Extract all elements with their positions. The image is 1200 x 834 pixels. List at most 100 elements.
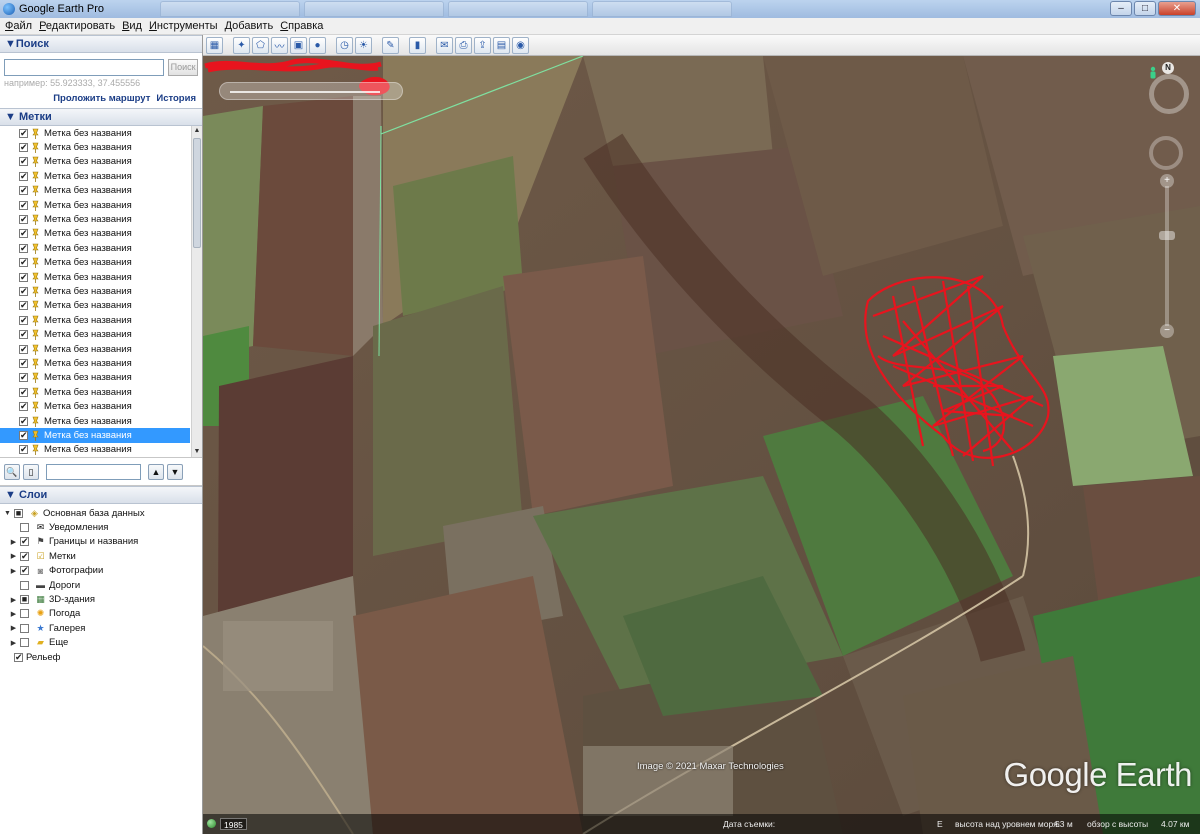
route-link[interactable]: Проложить маршрут [53,93,150,104]
placemark-checkbox[interactable]: ✔ [19,243,28,253]
maximize-button[interactable]: □ [1134,1,1156,16]
layer-checkbox[interactable]: ■ [20,595,29,605]
placemark-row[interactable]: ✔ Метка без названия [0,155,190,169]
layer-expander-icon[interactable]: ▼ [3,510,12,517]
placemark-row[interactable]: ✔ Метка без названия [0,284,190,298]
places-filter-input[interactable] [46,463,141,480]
placemark-checkbox[interactable]: ✔ [19,315,28,325]
layer-expander-icon[interactable]: ▶ [9,639,18,647]
placemark-row[interactable]: ✔ Метка без названия [0,169,190,183]
minimize-button[interactable]: – [1110,1,1132,16]
historical-imagery-icon[interactable]: ◷ [336,36,353,54]
menu-item-2[interactable]: Вид [122,20,142,32]
add-placemark-icon[interactable]: ✦ [233,36,250,54]
placemark-checkbox[interactable]: ✔ [19,358,28,368]
layer-checkbox[interactable] [20,623,29,633]
layer-row[interactable]: ▶ ■ ▦ 3D-здания [0,592,202,606]
search-panel-header[interactable]: ▼Поиск [0,35,202,53]
sidebar-toggle-icon[interactable]: ▦ [206,36,223,54]
placemark-checkbox[interactable]: ✔ [19,387,28,397]
layer-checkbox[interactable]: ✔ [20,566,29,576]
view-in-maps-icon[interactable]: ▤ [493,36,510,54]
move-ring-icon[interactable] [1149,136,1183,170]
placemark-checkbox[interactable]: ✔ [19,373,28,383]
placemark-checkbox[interactable]: ✔ [19,445,28,455]
layer-row[interactable]: ✉ Уведомления [0,520,202,534]
layers-panel-header[interactable]: ▼ Слои [0,486,202,504]
placemark-row[interactable]: ✔ Метка без названия [0,428,190,443]
places-panel-header[interactable]: ▼ Метки [0,108,202,126]
layer-row[interactable]: ▶ ✔ ☑ Метки [0,549,202,563]
layer-row[interactable]: ✔ Рельеф [0,650,202,664]
move-down-icon[interactable]: ▼ [167,463,183,480]
layer-expander-icon[interactable]: ▶ [9,624,18,632]
placemark-row[interactable]: ✔ Метка без названия [0,270,190,284]
layer-expander-icon[interactable]: ▶ [9,538,18,546]
zoom-slider-knob[interactable] [1159,231,1175,240]
placemark-row[interactable]: ✔ Метка без названия [0,126,190,140]
layer-checkbox[interactable] [20,638,29,648]
placemark-checkbox[interactable]: ✔ [19,301,28,311]
placemark-checkbox[interactable]: ✔ [19,402,28,412]
placemark-row[interactable]: ✔ Метка без названия [0,356,190,370]
scroll-down-arrow-icon[interactable]: ▼ [192,447,202,457]
compass-north-label[interactable]: N [1162,62,1174,74]
history-link[interactable]: История [156,93,196,104]
layer-row[interactable]: ▶ ✔ ⚑ Границы и названия [0,535,202,549]
placemark-checkbox[interactable]: ✔ [19,215,28,225]
placemark-checkbox[interactable]: ✔ [19,186,28,196]
menu-item-4[interactable]: Добавить [225,20,274,32]
panel-toggle-icon[interactable]: ▯ [23,463,39,480]
layer-checkbox[interactable]: ✔ [20,537,29,547]
placemark-row[interactable]: ✔ Метка без названия [0,198,190,212]
placemark-checkbox[interactable]: ✔ [19,171,28,181]
layer-row[interactable]: ▶ ✺ Погода [0,607,202,621]
placemark-row[interactable]: ✔ Метка без названия [0,414,190,428]
places-scrollbar[interactable]: ▲ ▼ [191,126,202,457]
placemark-checkbox[interactable]: ✔ [19,272,28,282]
time-slider-track[interactable] [230,91,380,93]
search-places-icon[interactable]: 🔍 [4,463,20,480]
image-overlay-icon[interactable]: ▣ [290,36,307,54]
layer-expander-icon[interactable]: ▶ [9,596,18,604]
placemark-row[interactable]: ✔ Метка без названия [0,140,190,154]
add-polygon-icon[interactable]: ⬠ [252,36,269,54]
placemark-row[interactable]: ✔ Метка без названия [0,399,190,413]
layer-checkbox[interactable] [20,580,29,590]
print-icon[interactable]: ⎙ [455,36,472,54]
scroll-up-arrow-icon[interactable]: ▲ [192,126,202,136]
placemark-checkbox[interactable]: ✔ [19,143,28,153]
add-path-icon[interactable]: 〰 [271,36,288,54]
placemark-row[interactable]: ✔ Метка без названия [0,212,190,226]
placemark-row[interactable]: ✔ Метка без названия [0,313,190,327]
zoom-out-icon[interactable]: − [1160,324,1174,338]
sunlight-icon[interactable]: ☀ [355,36,372,54]
menu-item-5[interactable]: Справка [280,20,323,32]
search-input[interactable] [4,59,165,76]
placemark-checkbox[interactable]: ✔ [19,200,28,210]
layer-checkbox[interactable]: ✔ [14,652,23,662]
ruler-icon[interactable]: ✎ [382,36,399,54]
placemark-checkbox[interactable]: ✔ [19,430,28,440]
layer-checkbox[interactable]: ✔ [20,551,29,561]
email-icon[interactable]: ✉ [436,36,453,54]
search-button[interactable]: Поиск [168,59,198,76]
layer-row[interactable]: ▶ ✔ ◙ Фотографии [0,564,202,578]
placemark-row[interactable]: ✔ Метка без названия [0,342,190,356]
placemark-checkbox[interactable]: ✔ [19,344,28,354]
placemark-row[interactable]: ✔ Метка без названия [0,256,190,270]
layer-row[interactable]: ▬ Дороги [0,578,202,592]
layer-row[interactable]: ▶ ★ Галерея [0,621,202,635]
layer-expander-icon[interactable]: ▶ [9,552,18,560]
scrollbar-thumb[interactable] [193,138,201,248]
close-button[interactable]: ✕ [1158,1,1196,16]
menu-item-3[interactable]: Инструменты [149,20,218,32]
layer-row[interactable]: ▼ ■ ◈ Основная база данных [0,506,202,520]
save-image-icon[interactable]: ⇪ [474,36,491,54]
historical-time-slider[interactable] [219,82,403,100]
street-view-person-icon[interactable] [1146,66,1160,80]
placemark-row[interactable]: ✔ Метка без названия [0,327,190,341]
layer-checkbox[interactable] [20,523,29,533]
placemark-checkbox[interactable]: ✔ [19,286,28,296]
look-ring-icon[interactable] [1149,74,1189,114]
